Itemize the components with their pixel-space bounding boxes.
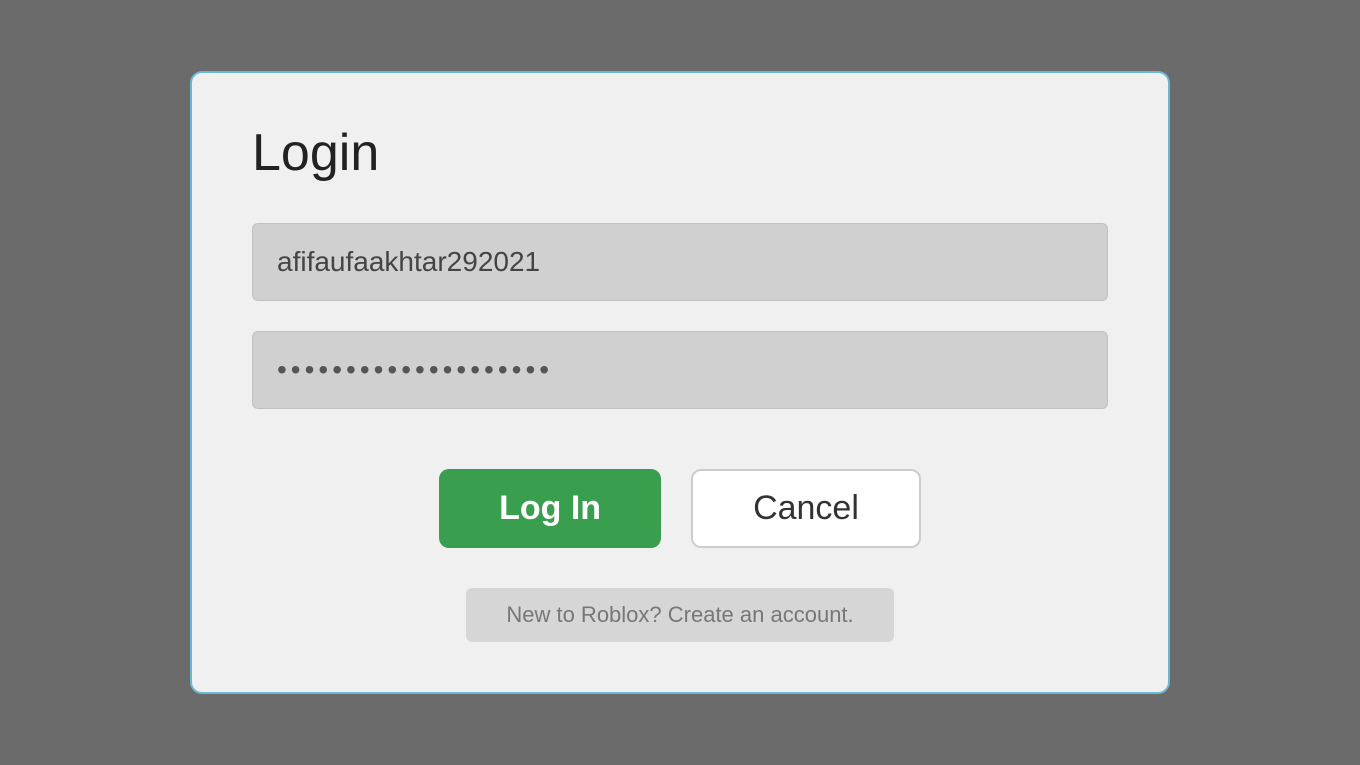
login-dialog: Login Log In Cancel New to Roblox? Creat… bbox=[190, 71, 1170, 694]
login-button[interactable]: Log In bbox=[439, 469, 661, 548]
create-account-section: New to Roblox? Create an account. bbox=[252, 588, 1108, 642]
password-input[interactable] bbox=[252, 331, 1108, 409]
create-account-button[interactable]: New to Roblox? Create an account. bbox=[466, 588, 893, 642]
username-input[interactable] bbox=[252, 223, 1108, 301]
dialog-title: Login bbox=[252, 123, 1108, 183]
buttons-row: Log In Cancel bbox=[252, 469, 1108, 548]
cancel-button[interactable]: Cancel bbox=[691, 469, 921, 548]
